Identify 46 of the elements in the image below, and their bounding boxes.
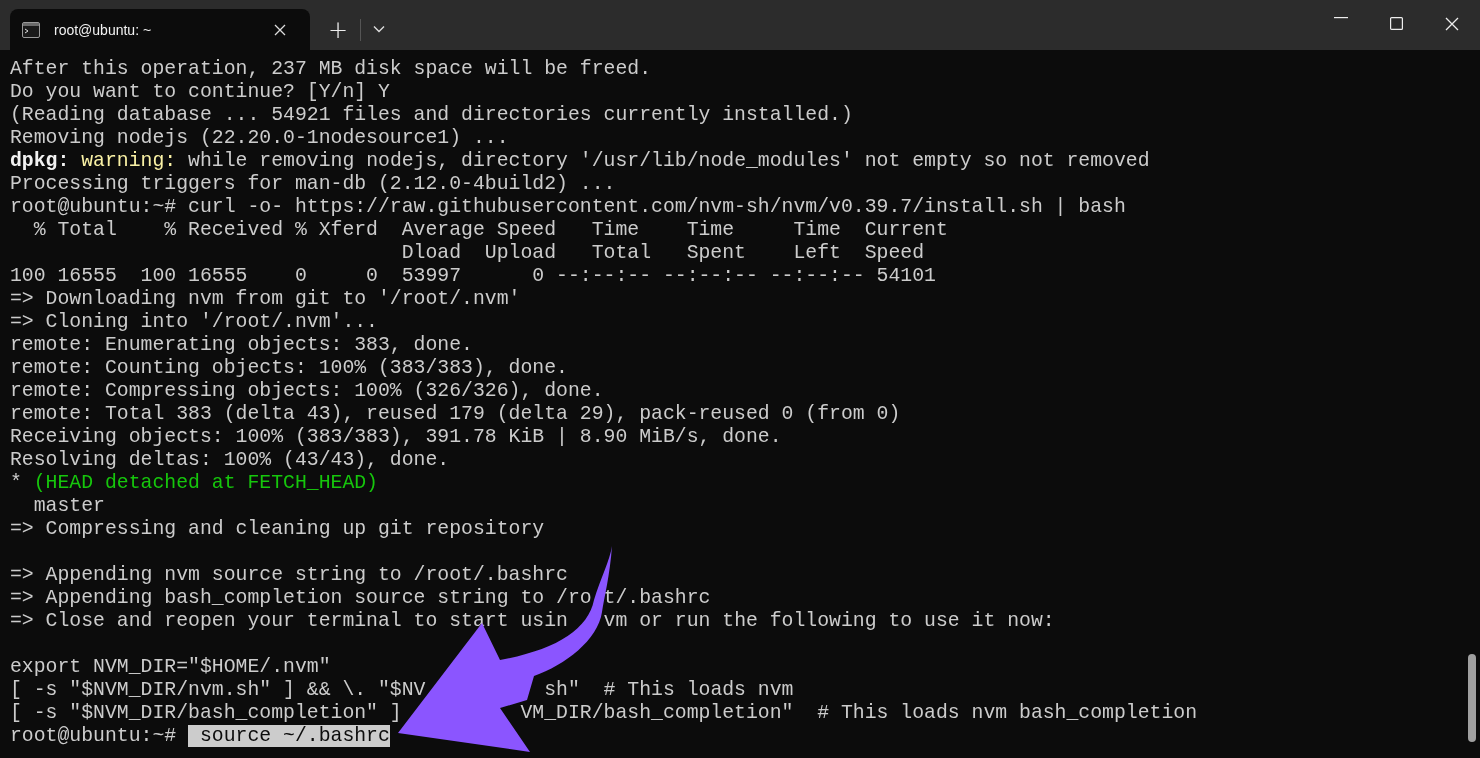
terminal-text: Do you want to continue? [Y/n] Y [10, 81, 390, 103]
terminal-text: Processing triggers for man-db (2.12.0-4build2) ... [10, 173, 616, 195]
terminal-text: vm or run the following to use it now: [602, 610, 1055, 632]
terminal-text: t/.bashrc [602, 587, 711, 609]
terminal-text: Resolving deltas: 100% (43/43), done. [10, 449, 450, 471]
terminal-text: % Total % Received % Xferd Average Speed Time Time Time Current [32, 219, 948, 241]
scrollbar-thumb[interactable] [1468, 654, 1476, 742]
terminal-text: => Downloading nvm from git to '/root/.nvm' [10, 288, 521, 310]
terminal-text: remote: Enumerating objects: 383, done. [10, 334, 473, 356]
terminal-text: warning: [80, 150, 177, 172]
terminal-text: dpkg: [10, 150, 70, 172]
terminal-text: VM_DIR/bash_completion" # This loads nvm bash_completion [519, 702, 1198, 724]
terminal-text: 100 16555 100 16555 0 0 53997 0 --:--:-- --:--:-- --:--:-- 54101 [10, 265, 936, 287]
terminal-text: remote: Total 383 (delta 43), reused 179 (delta 29), pack-reused 0 (from 0) [10, 403, 901, 425]
new-tab-button[interactable]: + [320, 10, 356, 50]
terminal-text: master [32, 495, 105, 517]
terminal-text: => Compressing and cleaning up git repository [10, 518, 545, 540]
terminal-text: => Appending bash_completion source string to /ro [10, 587, 592, 609]
terminal-text: Dload Upload Total Spent Left Speed [400, 242, 925, 264]
terminal-text: => Close and reopen your terminal to start usin [10, 610, 568, 632]
terminal-text: remote: Compressing objects: 100% (326/326), done. [10, 380, 604, 402]
terminal-text: sh" # This loads nvm [543, 679, 794, 701]
selected-text: source ~/.bashrc [188, 725, 390, 747]
terminal-text: [ -s "$NVM_DIR/nvm.sh" ] && \. "$NV [10, 679, 426, 701]
terminal-text: (HEAD detached at FETCH_HEAD) [32, 472, 378, 494]
close-icon[interactable] [1445, 17, 1459, 31]
terminal-tab[interactable]: root@ubuntu: ~ [10, 9, 310, 50]
terminal-text: After this operation, 237 MB disk space will be freed. [10, 58, 652, 80]
terminal-text: remote: Counting objects: 100% (383/383), done. [10, 357, 568, 379]
maximize-icon[interactable] [1390, 17, 1403, 30]
terminal-text: root@ubuntu:~# [10, 725, 178, 747]
terminal-text: => Appending nvm source string to /root/.bashrc [10, 564, 568, 586]
terminal-text: Receiving objects: 100% (383/383), 391.78 KiB | 8.90 MiB/s, done. [10, 426, 782, 448]
terminal-text: => Cloning into '/root/.nvm'... [10, 311, 378, 333]
terminal-text: export NVM_DIR="$HOME/.nvm" [10, 656, 331, 678]
terminal-text: while removing nodejs, directory '/usr/lib/node_modules' not empty so not removed [187, 150, 1150, 172]
terminal-text: root@ubuntu:~# curl -o- https://raw.githubusercontent.com/nvm-sh/nvm/v0.39.7/install.sh | bash [10, 196, 1126, 218]
terminal-icon [22, 21, 40, 38]
terminal-text: (Reading database ... 54921 files and directories currently installed.) [10, 104, 853, 126]
minimize-icon[interactable] [1334, 17, 1348, 19]
dropdown-chevron-icon[interactable] [373, 25, 385, 33]
tab-title: root@ubuntu: ~ [54, 21, 153, 38]
close-tab-icon[interactable] [274, 23, 286, 36]
terminal-text: [ -s "$NVM_DIR/bash_completion" ] [10, 702, 402, 724]
terminal-text: Removing nodejs (22.20.0-1nodesource1) ... [10, 127, 509, 149]
terminal-text: * [10, 472, 22, 494]
